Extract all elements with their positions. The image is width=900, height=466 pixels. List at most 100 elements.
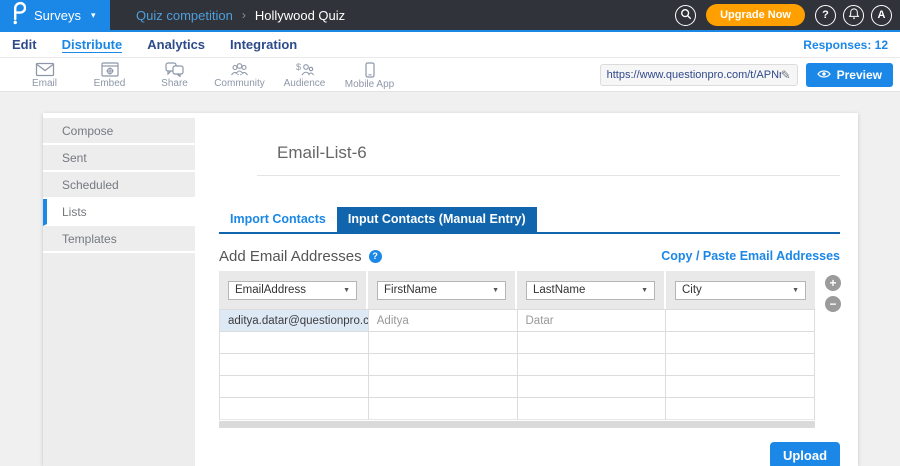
- cell-firstname[interactable]: [369, 332, 518, 354]
- horizontal-scrollbar[interactable]: [219, 421, 815, 428]
- share-icon: [165, 62, 184, 77]
- toolbar-item-email[interactable]: Email: [12, 60, 77, 89]
- table-row: aditya.datar@questionpro.com Aditya Data…: [220, 310, 815, 332]
- breadcrumb: Quiz competition › Hollywood Quiz: [136, 8, 345, 23]
- breadcrumb-separator-icon: ›: [242, 8, 246, 22]
- sidebar-item-lists[interactable]: Lists: [43, 199, 195, 226]
- table-row: [220, 398, 815, 420]
- breadcrumb-current: Hollywood Quiz: [255, 8, 345, 23]
- row-operations: + −: [825, 275, 841, 312]
- cell-email[interactable]: aditya.datar@questionpro.com: [220, 310, 369, 332]
- sidebar-item-sent[interactable]: Sent: [43, 145, 195, 172]
- upgrade-now-button[interactable]: Upgrade Now: [706, 4, 805, 26]
- mobile-app-icon: [364, 62, 376, 78]
- top-header-bar: Surveys ▾ Quiz competition › Hollywood Q…: [0, 0, 900, 32]
- sidebar-item-scheduled[interactable]: Scheduled: [43, 172, 195, 199]
- add-email-addresses-title: Add Email Addresses: [219, 248, 362, 265]
- list-detail-panel: Email-List-6 Import Contacts Input Conta…: [195, 113, 858, 466]
- audience-icon: $: [295, 62, 314, 77]
- cell-lastname[interactable]: [518, 398, 667, 420]
- nav-item-integration[interactable]: Integration: [230, 37, 297, 52]
- sidebar-item-compose[interactable]: Compose: [43, 118, 195, 145]
- column-header-firstname: FirstName ▼: [368, 271, 517, 309]
- surveys-menu-button[interactable]: Surveys ▾: [0, 0, 110, 31]
- bell-icon: [848, 7, 860, 23]
- email-icon: [35, 62, 55, 77]
- nav-item-analytics[interactable]: Analytics: [147, 37, 205, 52]
- column-header-city: City ▼: [666, 271, 815, 309]
- cell-city[interactable]: [666, 354, 815, 376]
- contacts-grid: aditya.datar@questionpro.com Aditya Data…: [219, 309, 815, 420]
- survey-url-value: https://www.questionpro.com/t/APNrFZ: [607, 69, 781, 81]
- embed-icon: [101, 62, 119, 77]
- contacts-tabs: Import Contacts Input Contacts (Manual E…: [219, 207, 840, 234]
- community-icon: [230, 62, 249, 77]
- preview-button[interactable]: Preview: [806, 63, 893, 87]
- upload-row: Upload: [219, 442, 840, 466]
- cell-firstname[interactable]: [369, 398, 518, 420]
- contacts-table-header: EmailAddress ▼ FirstName ▼ LastName: [219, 271, 815, 309]
- upload-button[interactable]: Upload: [770, 442, 840, 466]
- survey-nav: Edit Distribute Analytics Integration Re…: [0, 32, 900, 58]
- eye-icon: [817, 68, 831, 82]
- nav-item-edit[interactable]: Edit: [12, 37, 37, 52]
- cell-email[interactable]: [220, 376, 369, 398]
- column-select-city[interactable]: City ▼: [675, 281, 806, 300]
- toolbar-item-community[interactable]: Community: [207, 60, 272, 89]
- responses-count[interactable]: Responses: 12: [803, 38, 888, 52]
- edit-url-icon[interactable]: ✎: [781, 68, 791, 82]
- cell-firstname[interactable]: [369, 354, 518, 376]
- cell-email[interactable]: [220, 398, 369, 420]
- cell-email[interactable]: [220, 332, 369, 354]
- preview-label: Preview: [837, 68, 882, 82]
- contacts-table: EmailAddress ▼ FirstName ▼ LastName: [219, 271, 815, 428]
- breadcrumb-parent[interactable]: Quiz competition: [136, 8, 233, 23]
- questionpro-logo-icon: [11, 1, 26, 30]
- toolbar-item-share[interactable]: Share: [142, 60, 207, 89]
- avatar[interactable]: A: [871, 5, 892, 26]
- cell-city[interactable]: [666, 310, 815, 332]
- toolbar-item-audience[interactable]: $ Audience: [272, 60, 337, 89]
- sidebar-item-templates[interactable]: Templates: [43, 226, 195, 253]
- cell-city[interactable]: [666, 398, 815, 420]
- cell-lastname[interactable]: [518, 332, 667, 354]
- email-sidebar: Compose Sent Scheduled Lists Templates: [43, 113, 195, 466]
- add-row-button[interactable]: +: [825, 275, 841, 291]
- help-button[interactable]: ?: [815, 5, 836, 26]
- tab-import-contacts[interactable]: Import Contacts: [219, 207, 337, 232]
- cell-firstname[interactable]: Aditya: [369, 310, 518, 332]
- cell-email[interactable]: [220, 354, 369, 376]
- remove-row-button[interactable]: −: [825, 296, 841, 312]
- chevron-down-icon: ▼: [492, 287, 499, 294]
- cell-lastname[interactable]: [518, 376, 667, 398]
- survey-url-field[interactable]: https://www.questionpro.com/t/APNrFZ ✎: [600, 64, 798, 86]
- column-select-lastname[interactable]: LastName ▼: [526, 281, 655, 300]
- chevron-down-icon: ▾: [91, 10, 96, 21]
- surveys-menu-label: Surveys: [34, 8, 81, 23]
- toolbar-right: https://www.questionpro.com/t/APNrFZ ✎ P…: [600, 63, 893, 87]
- cell-lastname[interactable]: [518, 354, 667, 376]
- svg-text:$: $: [296, 62, 301, 72]
- tab-input-contacts-manual-entry[interactable]: Input Contacts (Manual Entry): [337, 207, 537, 232]
- copy-paste-email-link[interactable]: Copy / Paste Email Addresses: [661, 249, 840, 263]
- column-select-emailaddress[interactable]: EmailAddress ▼: [228, 281, 357, 300]
- cell-city[interactable]: [666, 332, 815, 354]
- email-lists-card: Compose Sent Scheduled Lists Templates E…: [43, 113, 858, 466]
- cell-lastname[interactable]: Datar: [518, 310, 667, 332]
- search-icon: [680, 8, 692, 23]
- cell-city[interactable]: [666, 376, 815, 398]
- notifications-button[interactable]: [843, 5, 864, 26]
- title-divider: [257, 175, 840, 176]
- toolbar-item-embed[interactable]: Embed: [77, 60, 142, 89]
- toolbar-item-mobile-app[interactable]: Mobile App: [337, 60, 402, 90]
- column-header-emailaddress: EmailAddress ▼: [219, 271, 368, 309]
- help-icon[interactable]: ?: [369, 250, 382, 263]
- column-select-firstname[interactable]: FirstName ▼: [377, 281, 506, 300]
- sidebar-filler: [43, 253, 195, 466]
- nav-item-distribute[interactable]: Distribute: [62, 37, 123, 53]
- chevron-down-icon: ▼: [641, 287, 648, 294]
- search-button[interactable]: [675, 5, 696, 26]
- cell-firstname[interactable]: [369, 376, 518, 398]
- distribute-toolbar: Email Embed Share: [0, 58, 900, 92]
- list-title: Email-List-6: [277, 143, 840, 163]
